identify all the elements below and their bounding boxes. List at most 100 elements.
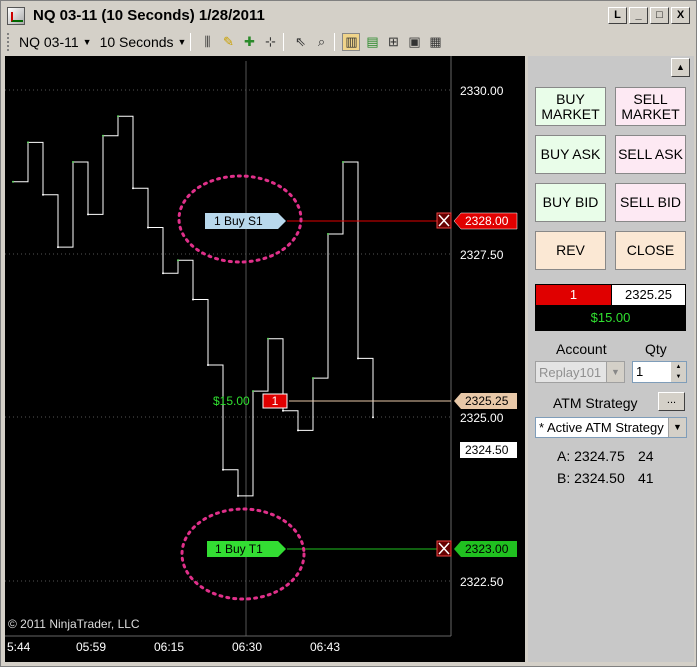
atm-more-button[interactable]: ... — [658, 392, 685, 411]
pencil-icon[interactable]: ✎ — [219, 33, 237, 51]
position-pnl-label: $15.00 — [213, 394, 250, 408]
account-select[interactable]: Replay101 ▼ — [535, 361, 625, 383]
price-point — [12, 180, 14, 183]
position-qty: 1 — [536, 285, 611, 305]
chart-window: NQ 03-11 (10 Seconds) 1/28/2011 L _ □ X … — [0, 0, 697, 667]
sell-ask-button[interactable]: SELL ASK — [615, 135, 686, 174]
price-point — [177, 259, 179, 262]
price-point — [72, 161, 74, 163]
price-point — [87, 213, 89, 216]
stepper-down-icon[interactable]: ▼ — [671, 372, 686, 382]
close-window-button[interactable]: X — [671, 7, 690, 24]
atm-strategy-value: * Active ATM Strategy — [539, 420, 664, 435]
toolbar-separator — [190, 32, 192, 51]
sell-bid-button[interactable]: SELL BID — [615, 183, 686, 222]
price-axis-label: 2330.00 — [460, 84, 504, 98]
buy-bid-button[interactable]: BUY BID — [535, 183, 606, 222]
time-axis-label: 05:59 — [76, 640, 106, 654]
qty-stepper[interactable]: 1 ▲ ▼ — [632, 361, 687, 383]
pin-icon[interactable]: ✚ — [240, 33, 258, 51]
price-point — [327, 233, 329, 235]
price-point — [162, 272, 164, 275]
stop-price-text: 2328.00 — [465, 214, 509, 228]
price-point — [102, 134, 104, 137]
data-box-icon[interactable]: ▦ — [426, 33, 444, 51]
price-point — [192, 298, 194, 301]
price-chart[interactable]: 1 Buy S1 1 Buy T1 $15.00 1 2330.00 2327.… — [5, 56, 525, 662]
chevron-down-icon: ▼ — [82, 36, 92, 47]
price-point — [297, 429, 299, 432]
price-point — [372, 416, 374, 419]
time-axis-label: 06:30 — [232, 640, 262, 654]
price-point — [342, 161, 344, 163]
price-point — [357, 357, 359, 360]
position-qty-label: 1 — [272, 394, 279, 408]
buy-ask-button[interactable]: BUY ASK — [535, 135, 606, 174]
price-point — [282, 409, 284, 412]
strategies-icon[interactable]: ⊞ — [384, 33, 402, 51]
price-series — [12, 115, 374, 497]
stop-order-label: 1 Buy S1 — [214, 214, 263, 228]
position-avg-price: 2325.25 — [612, 285, 685, 305]
crosshair-icon[interactable]: ⊹ — [261, 33, 279, 51]
price-point — [252, 390, 254, 393]
link-button[interactable]: L — [608, 7, 627, 24]
price-line — [13, 115, 374, 497]
ask-price: A: 2324.75 — [557, 448, 625, 464]
interval-label: 10 Seconds — [99, 33, 174, 50]
price-point — [237, 494, 239, 497]
atm-strategy-select[interactable]: * Active ATM Strategy ▼ — [535, 417, 687, 438]
time-axis-label: 06:43 — [310, 640, 340, 654]
price-point — [42, 193, 44, 196]
target-price-text: 2323.00 — [465, 542, 509, 556]
account-label: Account — [556, 341, 607, 357]
pointer-icon[interactable]: ⇖ — [291, 33, 309, 51]
close-position-button[interactable]: CLOSE — [615, 231, 686, 270]
chart-trader-icon[interactable]: ▥ — [342, 32, 361, 51]
time-axis-label: 5:44 — [7, 640, 31, 654]
scroll-up-button[interactable]: ▲ — [671, 58, 690, 77]
price-point — [207, 364, 209, 366]
price-axis-label: 2327.50 — [460, 248, 504, 262]
price-point — [312, 377, 314, 380]
last-price-text: 2324.50 — [465, 443, 509, 457]
zoom-icon[interactable]: ⌕ — [312, 33, 330, 51]
price-point — [57, 246, 59, 249]
atm-strategy-label: ATM Strategy — [553, 395, 638, 411]
bar-type-icon[interactable]: ⫼ — [198, 33, 216, 51]
position-pnl: $15.00 — [590, 310, 631, 325]
minimize-button[interactable]: _ — [629, 7, 648, 24]
chevron-down-icon: ▼ — [177, 36, 187, 47]
window-title: NQ 03-11 (10 Seconds) 1/28/2011 — [33, 7, 265, 24]
entry-price-text: 2325.25 — [465, 394, 509, 408]
indicators-icon[interactable]: ▤ — [363, 33, 381, 51]
chart-canvas: 1 Buy S1 1 Buy T1 $15.00 1 2330.00 2327.… — [5, 56, 518, 654]
chevron-down-icon: ▼ — [606, 362, 624, 382]
toolbar-grip — [7, 32, 11, 51]
title-bar: NQ 03-11 (10 Seconds) 1/28/2011 L _ □ X — [3, 3, 694, 28]
toolbar-separator — [283, 32, 285, 51]
copyright-label: © 2011 NinjaTrader, LLC — [8, 617, 140, 631]
price-axis-label: 2325.00 — [460, 411, 504, 425]
maximize-button[interactable]: □ — [650, 7, 669, 24]
toolbar-separator — [334, 32, 336, 51]
interval-selector[interactable]: 10 Seconds ▼ — [100, 34, 187, 50]
instrument-label: NQ 03-11 — [19, 33, 79, 50]
instrument-selector[interactable]: NQ 03-11 ▼ — [19, 34, 92, 50]
properties-icon[interactable]: ▣ — [405, 33, 423, 51]
qty-value: 1 — [636, 364, 644, 379]
sell-market-button[interactable]: SELL MARKET — [615, 87, 686, 126]
time-axis-label: 06:15 — [154, 640, 184, 654]
reverse-button[interactable]: REV — [535, 231, 606, 270]
price-point — [117, 115, 119, 118]
ask-size: 24 — [638, 448, 654, 464]
stepper-arrows: ▲ ▼ — [671, 362, 686, 382]
chart-app-icon — [7, 6, 25, 25]
target-order-label: 1 Buy T1 — [215, 542, 263, 556]
window-controls: L _ □ X — [608, 7, 690, 24]
qty-label: Qty — [645, 341, 667, 357]
stepper-up-icon[interactable]: ▲ — [671, 362, 686, 372]
price-axis-label: 2322.50 — [460, 575, 504, 589]
buy-market-button[interactable]: BUY MARKET — [535, 87, 606, 126]
bid-price: B: 2324.50 — [557, 470, 625, 486]
